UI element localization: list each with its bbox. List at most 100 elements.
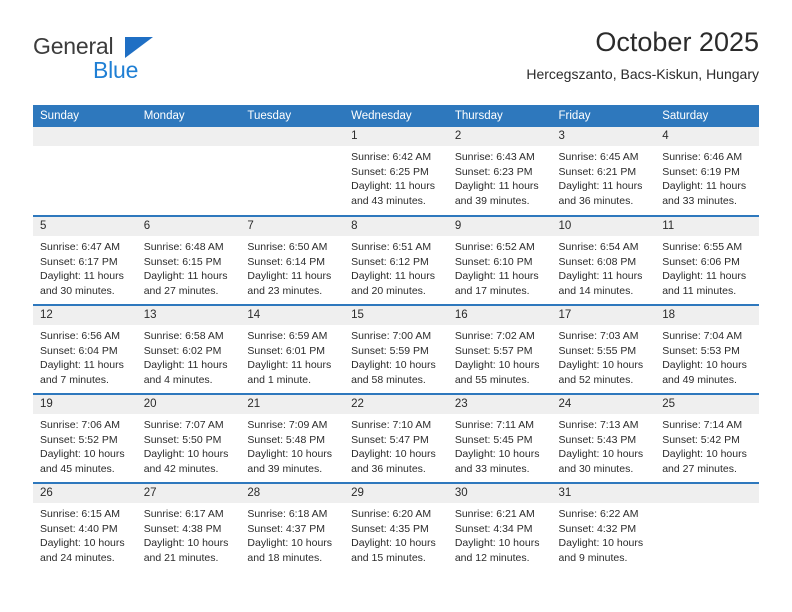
sunrise-text: Sunrise: 6:55 AM [662, 241, 743, 253]
day-cell[interactable]: 18 Sunrise: 7:04 AM Sunset: 5:53 PM Dayl… [655, 304, 759, 394]
calendar-grid: Sunday Monday Tuesday Wednesday Thursday… [33, 105, 759, 572]
sunset-text: Sunset: 6:06 PM [662, 255, 740, 268]
sunset-text: Sunset: 5:55 PM [558, 344, 637, 357]
week-row: 5 Sunrise: 6:47 AM Sunset: 6:17 PM Dayli… [33, 215, 759, 305]
daylight-text: Daylight: 11 hours and 4 minutes. [143, 359, 228, 386]
day-details: Sunrise: 7:03 AM Sunset: 5:55 PM Dayligh… [552, 325, 656, 387]
daylight-text: Daylight: 11 hours and 43 minutes. [351, 180, 435, 207]
sunset-text: Sunset: 5:45 PM [454, 433, 533, 446]
daylight-text: Daylight: 10 hours and 15 minutes. [351, 537, 436, 564]
day-number [655, 484, 759, 503]
daylight-text: Daylight: 11 hours and 30 minutes. [40, 270, 124, 297]
sunset-text: Sunset: 6:02 PM [143, 344, 222, 357]
day-number: 10 [551, 217, 656, 236]
day-number [136, 127, 241, 146]
sunset-text: Sunset: 5:43 PM [558, 433, 637, 446]
day-details: Sunrise: 7:10 AM Sunset: 5:47 PM Dayligh… [344, 414, 448, 476]
day-number: 23 [447, 395, 552, 414]
day-cell[interactable]: 15 Sunrise: 7:00 AM Sunset: 5:59 PM Dayl… [344, 304, 448, 394]
day-cell[interactable]: 16 Sunrise: 7:02 AM Sunset: 5:57 PM Dayl… [447, 304, 552, 394]
day-cell[interactable]: 21 Sunrise: 7:09 AM Sunset: 5:48 PM Dayl… [240, 393, 345, 483]
day-cell[interactable]: 11 Sunrise: 6:55 AM Sunset: 6:06 PM Dayl… [655, 215, 759, 305]
day-details: Sunrise: 7:09 AM Sunset: 5:48 PM Dayligh… [240, 414, 344, 476]
sunrise-text: Sunrise: 6:43 AM [454, 151, 535, 163]
day-cell[interactable]: 14 Sunrise: 6:59 AM Sunset: 6:01 PM Dayl… [240, 304, 345, 394]
sunset-text: Sunset: 6:12 PM [351, 255, 429, 268]
daylight-text: Daylight: 10 hours and 24 minutes. [40, 537, 125, 564]
sunrise-text: Sunrise: 7:00 AM [351, 330, 432, 342]
title-block: October 2025 Hercegszanto, Bacs-Kiskun, … [526, 26, 759, 84]
sunset-text: Sunset: 5:48 PM [247, 433, 326, 446]
daylight-text: Daylight: 11 hours and 1 minute. [247, 359, 332, 386]
day-details: Sunrise: 6:47 AM Sunset: 6:17 PM Dayligh… [33, 236, 137, 298]
day-number: 1 [344, 127, 448, 146]
day-number: 14 [240, 306, 345, 325]
sunset-text: Sunset: 4:40 PM [40, 522, 118, 535]
daylight-text: Daylight: 10 hours and 27 minutes. [662, 448, 747, 475]
day-cell[interactable]: 20 Sunrise: 7:07 AM Sunset: 5:50 PM Dayl… [136, 393, 241, 483]
daylight-text: Daylight: 10 hours and 39 minutes. [247, 448, 333, 475]
sunrise-text: Sunrise: 7:11 AM [454, 419, 534, 431]
day-cell[interactable]: 30 Sunrise: 6:21 AM Sunset: 4:34 PM Dayl… [447, 482, 552, 572]
daylight-text: Daylight: 11 hours and 23 minutes. [247, 270, 332, 297]
day-number: 28 [240, 484, 345, 503]
day-cell[interactable]: 5 Sunrise: 6:47 AM Sunset: 6:17 PM Dayli… [33, 215, 137, 305]
day-cell[interactable]: 2 Sunrise: 6:43 AM Sunset: 6:23 PM Dayli… [447, 127, 552, 216]
sunset-text: Sunset: 6:25 PM [351, 165, 429, 178]
sunset-text: Sunset: 5:52 PM [40, 433, 118, 446]
day-number: 2 [447, 127, 552, 146]
day-cell[interactable]: 23 Sunrise: 7:11 AM Sunset: 5:45 PM Dayl… [447, 393, 552, 483]
day-cell[interactable]: 27 Sunrise: 6:17 AM Sunset: 4:38 PM Dayl… [136, 482, 241, 572]
day-cell [240, 127, 345, 216]
day-cell[interactable]: 7 Sunrise: 6:50 AM Sunset: 6:14 PM Dayli… [240, 215, 345, 305]
sunrise-text: Sunrise: 6:50 AM [247, 241, 328, 253]
day-cell[interactable]: 13 Sunrise: 6:58 AM Sunset: 6:02 PM Dayl… [136, 304, 241, 394]
day-details: Sunrise: 6:51 AM Sunset: 6:12 PM Dayligh… [344, 236, 448, 298]
sunrise-text: Sunrise: 7:13 AM [558, 419, 639, 431]
sunset-text: Sunset: 5:53 PM [662, 344, 740, 357]
daylight-text: Daylight: 11 hours and 20 minutes. [351, 270, 435, 297]
day-cell[interactable]: 29 Sunrise: 6:20 AM Sunset: 4:35 PM Dayl… [344, 482, 448, 572]
day-details: Sunrise: 6:43 AM Sunset: 6:23 PM Dayligh… [448, 146, 552, 208]
day-cell[interactable]: 6 Sunrise: 6:48 AM Sunset: 6:15 PM Dayli… [136, 215, 241, 305]
day-cell[interactable]: 26 Sunrise: 6:15 AM Sunset: 4:40 PM Dayl… [33, 482, 137, 572]
day-cell[interactable]: 8 Sunrise: 6:51 AM Sunset: 6:12 PM Dayli… [344, 215, 448, 305]
day-cell[interactable]: 3 Sunrise: 6:45 AM Sunset: 6:21 PM Dayli… [551, 127, 656, 216]
calendar-page: General Blue October 2025 Hercegszanto, … [0, 0, 792, 612]
day-cell[interactable]: 10 Sunrise: 6:54 AM Sunset: 6:08 PM Dayl… [551, 215, 656, 305]
day-cell[interactable]: 22 Sunrise: 7:10 AM Sunset: 5:47 PM Dayl… [344, 393, 448, 483]
day-cell[interactable]: 24 Sunrise: 7:13 AM Sunset: 5:43 PM Dayl… [551, 393, 656, 483]
daylight-text: Daylight: 10 hours and 21 minutes. [143, 537, 229, 564]
sunrise-text: Sunrise: 7:03 AM [558, 330, 639, 342]
day-cell [33, 127, 137, 216]
day-cell[interactable]: 19 Sunrise: 7:06 AM Sunset: 5:52 PM Dayl… [33, 393, 137, 483]
day-details: Sunrise: 6:46 AM Sunset: 6:19 PM Dayligh… [655, 146, 759, 208]
sunrise-text: Sunrise: 6:15 AM [40, 508, 120, 520]
weekday-header-tuesday: Tuesday [240, 105, 345, 127]
day-cell[interactable]: 12 Sunrise: 6:56 AM Sunset: 6:04 PM Dayl… [33, 304, 137, 394]
day-cell[interactable]: 1 Sunrise: 6:42 AM Sunset: 6:25 PM Dayli… [344, 127, 448, 216]
general-blue-logo[interactable]: General Blue [33, 34, 213, 92]
daylight-text: Daylight: 10 hours and 30 minutes. [558, 448, 644, 475]
sunrise-text: Sunrise: 6:22 AM [558, 508, 639, 520]
day-cell[interactable]: 17 Sunrise: 7:03 AM Sunset: 5:55 PM Dayl… [551, 304, 656, 394]
day-number: 19 [33, 395, 137, 414]
sunrise-text: Sunrise: 7:07 AM [143, 419, 224, 431]
day-details: Sunrise: 6:54 AM Sunset: 6:08 PM Dayligh… [552, 236, 656, 298]
sunrise-text: Sunrise: 7:02 AM [454, 330, 535, 342]
daylight-text: Daylight: 11 hours and 7 minutes. [40, 359, 124, 386]
day-cell[interactable]: 25 Sunrise: 7:14 AM Sunset: 5:42 PM Dayl… [655, 393, 759, 483]
day-number [33, 127, 137, 146]
page-header: General Blue October 2025 Hercegszanto, … [33, 26, 759, 98]
day-number: 12 [33, 306, 137, 325]
day-cell[interactable]: 4 Sunrise: 6:46 AM Sunset: 6:19 PM Dayli… [655, 127, 759, 216]
page-title: October 2025 [595, 27, 759, 57]
sunset-text: Sunset: 4:35 PM [351, 522, 429, 535]
day-cell[interactable]: 9 Sunrise: 6:52 AM Sunset: 6:10 PM Dayli… [447, 215, 552, 305]
day-cell[interactable]: 31 Sunrise: 6:22 AM Sunset: 4:32 PM Dayl… [551, 482, 656, 572]
day-details: Sunrise: 7:14 AM Sunset: 5:42 PM Dayligh… [655, 414, 759, 476]
daylight-text: Daylight: 11 hours and 11 minutes. [662, 270, 747, 297]
day-details: Sunrise: 6:15 AM Sunset: 4:40 PM Dayligh… [33, 503, 137, 565]
day-details: Sunrise: 6:22 AM Sunset: 4:32 PM Dayligh… [552, 503, 656, 565]
day-cell[interactable]: 28 Sunrise: 6:18 AM Sunset: 4:37 PM Dayl… [240, 482, 345, 572]
